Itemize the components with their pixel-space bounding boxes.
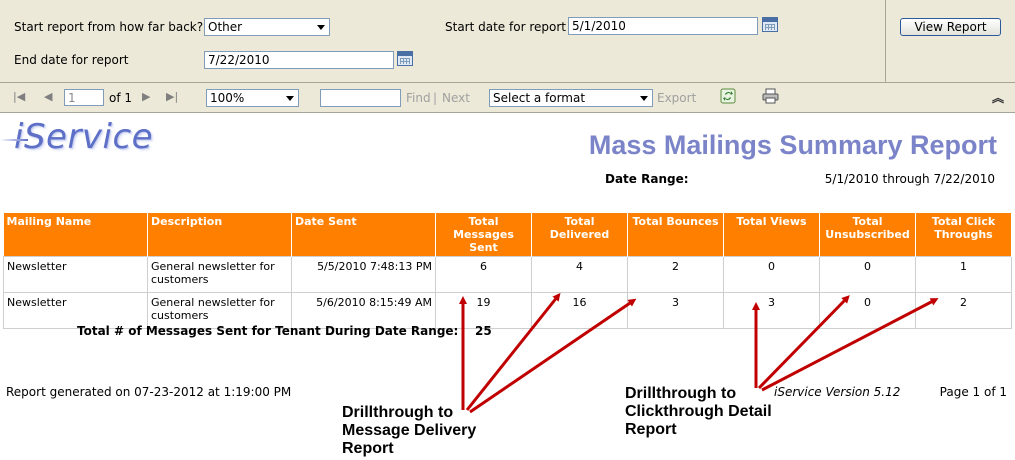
arrow-to-click-throughs (761, 298, 939, 392)
drillthrough-clickthrough-annotation: Drillthrough to Clickthrough Detail Repo… (625, 385, 772, 439)
arrow-to-delivered (465, 292, 561, 411)
annotation-line: Message Delivery (342, 422, 477, 439)
annotation-line: Clickthrough Detail (625, 403, 772, 420)
annotation-line: Report (342, 440, 394, 457)
annotation-line: Drillthrough to (625, 385, 737, 402)
annotation-line: Report (625, 421, 677, 438)
arrow-to-bounces (469, 298, 637, 414)
annotation-arrows (459, 292, 939, 414)
drillthrough-delivery-annotation: Drillthrough to Message Delivery Report (342, 404, 476, 458)
arrow-to-unsubscribed (757, 295, 850, 390)
annotation-line: Drillthrough to (342, 404, 454, 421)
